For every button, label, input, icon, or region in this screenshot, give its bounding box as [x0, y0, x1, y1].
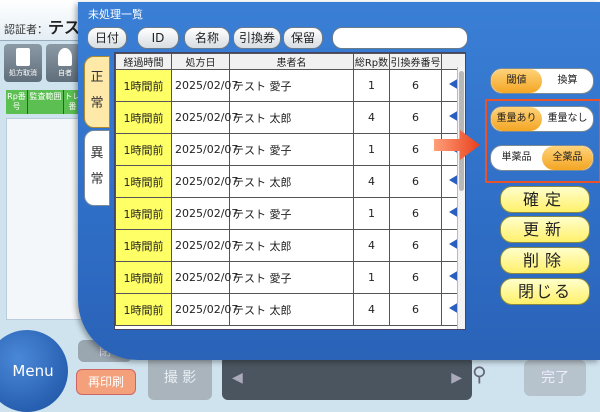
- header-ticket-number: 引換券番号: [389, 53, 442, 70]
- rp-count-cell: 1: [353, 197, 390, 230]
- table-row[interactable]: 1時間前 2025/02/07 テスト 愛子 1 6: [115, 197, 465, 230]
- ticket-number-cell: 6: [389, 293, 442, 326]
- elapsed-cell: 1時間前: [115, 261, 172, 294]
- tab-ticket[interactable]: 引換券: [233, 27, 281, 49]
- rp-count-cell: 1: [353, 69, 390, 102]
- rp-count-cell: 1: [353, 261, 390, 294]
- header-elapsed: 経過時間: [115, 53, 172, 70]
- upload-icon: [16, 48, 30, 66]
- header-date: 処方日: [171, 53, 230, 70]
- table-header-row: 経過時間 処方日 患者名 総Rp数 引換券番号: [115, 53, 465, 70]
- background-column-header: Rp番号 監査範囲 トレ番: [6, 90, 82, 114]
- reprint-button[interactable]: 再印刷: [76, 369, 136, 395]
- table-row[interactable]: 1時間前 2025/02/07 テスト 愛子 1 6: [115, 261, 465, 294]
- date-cell: 2025/02/07: [171, 261, 238, 294]
- option-conversion[interactable]: 換算: [542, 69, 593, 93]
- photo-button[interactable]: 撮 影: [148, 356, 212, 400]
- date-cell: 2025/02/07: [171, 69, 238, 102]
- rp-count-cell: 1: [353, 133, 390, 166]
- prev-arrow-icon[interactable]: ◀: [232, 370, 243, 386]
- rp-count-cell: 4: [353, 101, 390, 134]
- patient-name-cell: テスト 愛子: [229, 69, 354, 102]
- close-button[interactable]: 閉じる: [500, 278, 590, 305]
- elapsed-cell: 1時間前: [115, 229, 172, 262]
- search-input[interactable]: [332, 27, 468, 49]
- patient-name-cell: テスト 愛子: [229, 261, 354, 294]
- header-patient: 患者名: [229, 53, 354, 70]
- patient-name-cell: テスト 太郎: [229, 293, 354, 326]
- ticket-number-cell: 6: [389, 101, 442, 134]
- dialog-title: 未処理一覧: [88, 8, 143, 21]
- search-icon[interactable]: ⚲: [472, 362, 487, 386]
- date-cell: 2025/02/07: [171, 229, 238, 262]
- date-cell: 2025/02/07: [171, 133, 238, 166]
- tab-normal[interactable]: 正 常: [84, 56, 110, 128]
- table-scrollbar[interactable]: [457, 67, 465, 329]
- toggle-weight[interactable]: 重量あり 重量なし: [490, 106, 594, 132]
- ticket-number-cell: 6: [389, 197, 442, 230]
- option-without-weight[interactable]: 重量なし: [542, 107, 593, 131]
- tab-hold[interactable]: 保留: [283, 27, 323, 49]
- pointer-arrow-icon: [434, 130, 480, 160]
- table-row[interactable]: 1時間前 2025/02/07 テスト 愛子 1 6: [115, 69, 465, 102]
- certifier-label: 認証者：: [4, 23, 48, 36]
- background-toolbar: 処方取消 自者: [4, 44, 84, 84]
- ticket-number-cell: 6: [389, 165, 442, 198]
- patient-name-cell: テスト 愛子: [229, 197, 354, 230]
- date-cell: 2025/02/07: [171, 101, 238, 134]
- elapsed-cell: 1時間前: [115, 165, 172, 198]
- header-rp-count: 総Rp数: [353, 53, 390, 70]
- elapsed-cell: 1時間前: [115, 133, 172, 166]
- option-single-drug[interactable]: 単薬品: [491, 146, 542, 170]
- rp-count-cell: 4: [353, 165, 390, 198]
- background-nav-bar: ◀ ▶: [222, 356, 472, 400]
- tab-name[interactable]: 名称: [184, 27, 230, 49]
- next-arrow-icon[interactable]: ▶: [451, 370, 462, 386]
- patient-name-cell: テスト 太郎: [229, 101, 354, 134]
- elapsed-cell: 1時間前: [115, 197, 172, 230]
- table-row[interactable]: 1時間前 2025/02/07 テスト 太郎 4 6: [115, 165, 465, 198]
- date-cell: 2025/02/07: [171, 165, 238, 198]
- background-list: [6, 118, 84, 320]
- ticket-number-cell: 6: [389, 69, 442, 102]
- toggle-threshold-conversion[interactable]: 閾値 換算: [490, 68, 594, 94]
- option-all-drugs[interactable]: 全薬品: [542, 146, 593, 170]
- tab-date[interactable]: 日付: [87, 27, 127, 49]
- done-button[interactable]: 完了: [524, 360, 586, 396]
- toggle-drug-scope[interactable]: 単薬品 全薬品: [490, 145, 594, 171]
- elapsed-cell: 1時間前: [115, 101, 172, 134]
- date-cell: 2025/02/07: [171, 293, 238, 326]
- rp-count-cell: 4: [353, 229, 390, 262]
- column-rp-number: Rp番号: [6, 90, 28, 114]
- column-audit-range: 監査範囲: [28, 90, 64, 114]
- table-row[interactable]: 1時間前 2025/02/07 テスト 愛子 1 6: [115, 133, 465, 166]
- option-with-weight[interactable]: 重量あり: [491, 107, 542, 131]
- update-button[interactable]: 更新: [500, 216, 590, 243]
- elapsed-cell: 1時間前: [115, 69, 172, 102]
- elapsed-cell: 1時間前: [115, 293, 172, 326]
- person-icon: [58, 48, 72, 66]
- date-cell: 2025/02/07: [171, 197, 238, 230]
- tab-id[interactable]: ID: [137, 27, 179, 49]
- patient-name-cell: テスト 太郎: [229, 229, 354, 262]
- cancel-prescription-button[interactable]: 処方取消: [4, 44, 42, 82]
- confirm-button[interactable]: 確定: [500, 186, 590, 213]
- patient-name-cell: テスト 愛子: [229, 133, 354, 166]
- ticket-number-cell: 6: [389, 261, 442, 294]
- table-row[interactable]: 1時間前 2025/02/07 テスト 太郎 4 6: [115, 229, 465, 262]
- delete-button[interactable]: 削除: [500, 247, 590, 274]
- tab-abnormal[interactable]: 異 常: [84, 130, 110, 206]
- table-row[interactable]: 1時間前 2025/02/07 テスト 太郎 4 6: [115, 293, 465, 326]
- table-row[interactable]: 1時間前 2025/02/07 テスト 太郎 4 6: [115, 101, 465, 134]
- pending-list-dialog: 未処理一覧 日付 ID 名称 引換券 保留 正 常 異 常 経過時間 処方日 患…: [78, 2, 600, 360]
- rp-count-cell: 4: [353, 293, 390, 326]
- option-threshold[interactable]: 閾値: [491, 69, 542, 93]
- pending-table: 経過時間 処方日 患者名 総Rp数 引換券番号 1時間前 2025/02/07 テス…: [114, 52, 466, 330]
- patient-name-cell: テスト 太郎: [229, 165, 354, 198]
- ticket-number-cell: 6: [389, 229, 442, 262]
